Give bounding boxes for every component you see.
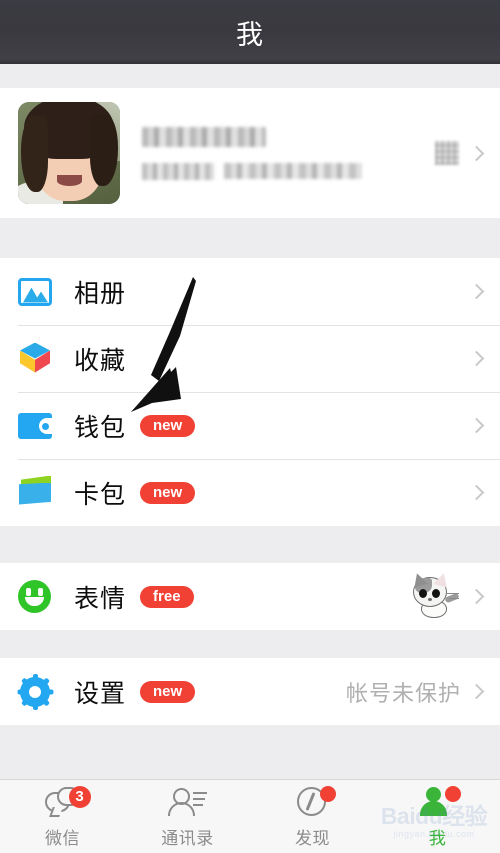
menu-label: 收藏: [74, 345, 127, 375]
row-accessory: 帐号未保护: [345, 676, 485, 708]
wallet-icon: [18, 409, 53, 443]
status-badge: new: [140, 414, 196, 437]
unread-count-badge: 3: [68, 785, 91, 808]
profile-text-block: [142, 126, 435, 180]
tab-me[interactable]: 我: [375, 780, 500, 853]
menu-label: 表情: [74, 583, 127, 613]
profile-wechat-id-row: [142, 162, 435, 180]
status-badge: new: [140, 680, 196, 703]
menu-row-settings[interactable]: 设置 new 帐号未保护: [0, 658, 500, 725]
menu-group-1: 相册 收藏 钱包 new 卡包 new: [0, 258, 500, 526]
menu-row-card-holder[interactable]: 卡包 new: [0, 459, 500, 526]
page-title: 我: [236, 19, 264, 51]
tab-label: 我: [428, 828, 447, 849]
bottom-tab-bar: 3 微信 通讯录 发现 我 Baidu经验 jingyan.baidu.com: [0, 779, 500, 853]
wechat-me-screen: 我 相册 收藏 钱包 new 卡包 new 表情 free 设置 new 帐号未…: [0, 0, 500, 853]
tab-label: 通讯录: [161, 828, 214, 849]
menu-row-stickers[interactable]: 表情 free: [0, 563, 500, 630]
menu-row-wallet[interactable]: 钱包 new: [0, 392, 500, 459]
chevron-right-icon: [468, 350, 485, 367]
smiley-face-icon: [18, 579, 52, 614]
status-badge: free: [140, 585, 194, 608]
chevron-right-icon: [468, 417, 485, 434]
tab-discover[interactable]: 发现: [250, 780, 375, 853]
menu-row-album[interactable]: 相册: [0, 258, 500, 325]
profile-card[interactable]: [0, 88, 500, 218]
tab-contacts[interactable]: 通讯录: [125, 780, 250, 853]
notification-dot-badge: [319, 785, 336, 802]
qr-code-icon[interactable]: [435, 141, 459, 165]
menu-row-favorites[interactable]: 收藏: [0, 325, 500, 392]
gear-icon: [17, 673, 53, 710]
status-badge: new: [140, 481, 196, 504]
settings-status-note: 帐号未保护: [345, 681, 461, 707]
tab-label: 发现: [295, 828, 330, 849]
app-header: 我: [0, 0, 500, 64]
chevron-right-icon: [468, 588, 485, 605]
menu-label: 设置: [74, 678, 127, 708]
menu-label: 相册: [74, 278, 127, 308]
photo-album-icon: [18, 275, 52, 309]
avatar[interactable]: [18, 102, 120, 204]
menu-label: 钱包: [74, 412, 127, 442]
row-accessory: [409, 570, 485, 619]
row-accessory: [468, 484, 485, 501]
menu-group-3: 设置 new 帐号未保护: [0, 658, 500, 725]
compass-icon: [293, 785, 336, 819]
row-accessory: [468, 417, 485, 434]
favorites-cube-icon: [18, 342, 52, 376]
notification-dot-badge: [444, 785, 461, 802]
chat-bubbles-icon: 3: [43, 785, 91, 819]
tab-label: 微信: [45, 828, 80, 849]
contacts-person-icon: [167, 785, 208, 819]
chevron-right-icon: [468, 145, 485, 161]
card-holder-icon: [18, 475, 52, 510]
wechat-id-value-redacted: [224, 163, 362, 179]
chevron-right-icon: [468, 283, 485, 300]
cat-sticker-thumbnail: [409, 570, 461, 619]
profile-display-name-redacted: [142, 126, 266, 147]
wechat-id-label-redacted: [142, 162, 214, 180]
chevron-right-icon: [468, 484, 485, 501]
profile-person-icon: [418, 785, 461, 819]
tab-wechat[interactable]: 3 微信: [0, 780, 125, 853]
menu-label: 卡包: [74, 479, 127, 509]
row-accessory: [468, 283, 485, 300]
chevron-right-icon: [468, 683, 485, 700]
row-accessory: [468, 350, 485, 367]
menu-group-2: 表情 free: [0, 563, 500, 630]
profile-right-accessories[interactable]: [435, 141, 485, 165]
